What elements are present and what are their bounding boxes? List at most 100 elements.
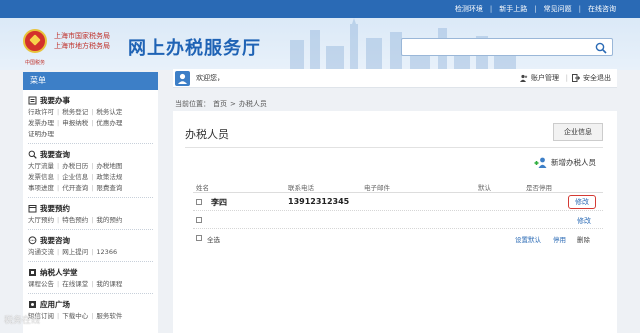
menu-link[interactable]: 政策法规 (96, 173, 122, 181)
account-management-link[interactable]: 账户管理 (520, 73, 559, 83)
watermark: 税务在线 (4, 316, 41, 326)
menu-links: 沟通交流 | 网上提问 | 12366 (28, 247, 153, 258)
menu-link[interactable]: 办税地图 (96, 162, 122, 170)
separator: | (57, 312, 60, 320)
separator: | (57, 280, 60, 288)
school-icon (29, 268, 36, 276)
menu-link[interactable]: 办税日历 (62, 162, 88, 170)
section-title-text: 我要办事 (40, 95, 70, 105)
menu-link[interactable]: 税务登记 (62, 108, 88, 116)
row-checkbox[interactable] (196, 217, 202, 223)
column-header-name: 姓名 (196, 184, 209, 192)
menu-link[interactable]: 沟通交流 (28, 248, 54, 256)
edit-link[interactable]: 修改 (577, 216, 591, 226)
separator: | (91, 119, 94, 127)
menu-link[interactable]: 发票信息 (28, 173, 54, 181)
sidebar-menu: 菜单 我要办事 行政许可 | 税务登记 | 税务认定 发票办理 | 申报纳税 | 优惠办理 证明… (23, 72, 158, 333)
menu-link[interactable]: 12366 (96, 248, 117, 256)
menu-link[interactable]: 我的预约 (96, 216, 122, 224)
users-icon (520, 74, 528, 82)
menu-section-title[interactable]: 我要查询 (28, 148, 153, 160)
separator: | (91, 108, 94, 116)
delete-button[interactable]: 删除 (577, 234, 590, 244)
section-title-text: 我要预约 (40, 203, 70, 213)
logout-link[interactable]: 安全退出 (572, 73, 611, 83)
separator: | (91, 248, 94, 256)
separator: | (565, 74, 568, 82)
menu-section-title[interactable]: 我要办事 (28, 94, 153, 106)
menu-link[interactable]: 代开查询 (62, 184, 88, 192)
search-icon (28, 150, 37, 159)
table-header: 姓名 联系电话 电子邮件 默认 是否停用 (193, 179, 603, 193)
top-link-faq[interactable]: 常见问题 (544, 4, 572, 14)
calendar-icon (28, 204, 37, 212)
page-title: 办税人员 (185, 128, 229, 141)
menu-link[interactable]: 证明办理 (28, 130, 54, 138)
menu-section-school: 纳税人学堂 课程公告 | 在线课堂 | 我的课程 (23, 262, 158, 290)
menu-link[interactable]: 申报纳税 (62, 119, 88, 127)
menu-link[interactable]: 课程公告 (28, 280, 54, 288)
add-button-label: 新增办税人员 (551, 158, 596, 167)
disable-button[interactable]: 停用 (553, 234, 566, 244)
menu-link[interactable]: 优惠办理 (96, 119, 122, 127)
national-emblem-icon (23, 29, 47, 53)
user-bar: 欢迎您， 账户管理 | 安全退出 (173, 69, 617, 88)
row-checkbox[interactable] (196, 199, 202, 205)
edit-link[interactable]: 修改 (568, 195, 596, 209)
table-footer: 全选 设置默认 停用 删除 (193, 229, 603, 247)
menu-link[interactable]: 发票办理 (28, 119, 54, 127)
separator: | (57, 162, 60, 170)
menu-section-consult: 我要咨询 沟通交流 | 网上提问 | 12366 (23, 230, 158, 258)
menu-link[interactable]: 大厅流量 (28, 162, 54, 170)
top-link-check-env[interactable]: 检测环境 (455, 4, 483, 14)
menu-link[interactable]: 特色预约 (62, 216, 88, 224)
separator: | (91, 173, 94, 181)
section-title-text: 纳税人学堂 (40, 267, 78, 277)
menu-section-title[interactable]: 我要咨询 (28, 234, 153, 246)
menu-section-query: 我要查询 大厅流量 | 办税日历 | 办税地图 发票信息 | 企业信息 | 政策法规 事项进度 |… (23, 144, 158, 194)
select-all-label[interactable]: 全选 (207, 234, 220, 244)
divider (185, 147, 603, 148)
menu-link[interactable]: 税务认定 (96, 108, 122, 116)
menu-section-title[interactable]: 纳税人学堂 (28, 266, 153, 278)
separator: | (57, 216, 60, 224)
section-title-text: 应用广场 (40, 299, 70, 309)
search-icon[interactable] (595, 42, 607, 54)
menu-link[interactable]: 大厅预约 (28, 216, 54, 224)
top-utility-bar: 检测环境 | 新手上路 | 常见问题 | 在线咨询 (0, 0, 640, 18)
bureau-names: 上海市国家税务局 上海市地方税务局 (54, 31, 110, 51)
separator: | (489, 5, 493, 13)
separator: | (91, 184, 94, 192)
menu-section-title[interactable]: 我要预约 (28, 202, 153, 214)
menu-link[interactable]: 限费查询 (96, 184, 122, 192)
account-label: 账户管理 (531, 74, 559, 82)
menu-link[interactable]: 我的课程 (96, 280, 122, 288)
menu-link[interactable]: 行政许可 (28, 108, 54, 116)
top-link-consult[interactable]: 在线咨询 (588, 4, 616, 14)
separator: | (534, 5, 537, 13)
menu-section-apps: 应用广场 短信订阅 | 下载中心 | 服务软件 (23, 294, 158, 322)
document-icon (28, 96, 37, 104)
sub-brand: 中国税务 (25, 60, 46, 66)
menu-link[interactable]: 企业信息 (62, 173, 88, 181)
search-input[interactable] (402, 39, 592, 55)
separator: | (91, 162, 94, 170)
add-tax-staff-button[interactable]: 新增办税人员 (534, 157, 596, 168)
menu-link[interactable]: 事项进度 (28, 184, 54, 192)
staff-phone: 13912312345 (288, 197, 350, 206)
breadcrumb-home[interactable]: 首页 (213, 100, 227, 108)
separator: | (57, 173, 60, 181)
menu-section-title[interactable]: 应用广场 (28, 298, 153, 310)
menu-link[interactable]: 网上提问 (62, 248, 88, 256)
select-all-checkbox[interactable] (196, 235, 202, 241)
separator: | (57, 184, 60, 192)
enterprise-info-button[interactable]: 企业信息 (553, 123, 603, 141)
separator: | (91, 216, 94, 224)
set-default-button[interactable]: 设置默认 (515, 234, 541, 244)
bureau-state: 上海市国家税务局 (54, 32, 110, 40)
menu-link[interactable]: 下载中心 (62, 312, 88, 320)
logout-label: 安全退出 (583, 74, 611, 82)
menu-link[interactable]: 在线课堂 (62, 280, 88, 288)
menu-link[interactable]: 服务软件 (96, 312, 122, 320)
top-link-beginner[interactable]: 新手上路 (499, 4, 527, 14)
